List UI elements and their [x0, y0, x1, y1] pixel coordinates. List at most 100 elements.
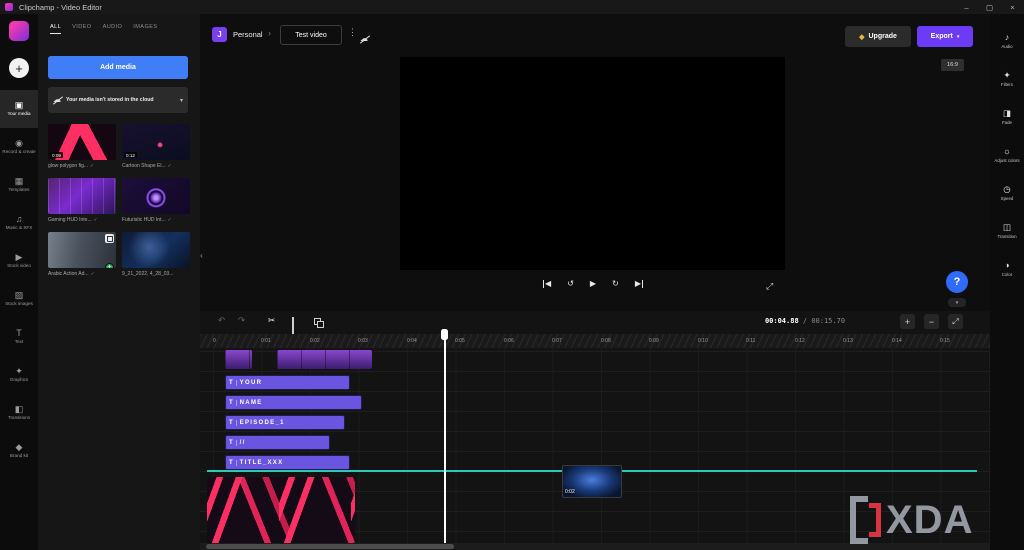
media-item[interactable]: 0:09 glow polygon fig... ✓	[48, 124, 116, 169]
text-clip[interactable]: T YOUR	[225, 375, 350, 390]
play-icon[interactable]: ▶	[590, 280, 596, 288]
video-filmstrip-clip[interactable]	[225, 350, 252, 369]
tab-images[interactable]: IMAGES	[133, 24, 157, 34]
sidebar-item-transitions[interactable]: ◧ Transitions	[0, 394, 38, 432]
transitions-icon: ◧	[15, 405, 24, 414]
media-thumbnail[interactable]	[122, 232, 190, 268]
undo-icon[interactable]: ↶	[218, 315, 225, 326]
collapse-preview-button[interactable]: ▾	[948, 298, 966, 307]
horizontal-scrollbar[interactable]	[200, 543, 990, 550]
media-thumbnail[interactable]	[122, 178, 190, 214]
sidebar-item-record-create[interactable]: ◉ Record & create	[0, 128, 38, 166]
text-clip[interactable]: T //	[225, 435, 330, 450]
split-icon[interactable]: ✂	[268, 315, 275, 326]
panel-item-adjust-colors[interactable]: ☼ Adjust colors	[990, 136, 1024, 174]
media-item[interactable]: 0:12 Cartoon Shape El... ✓	[122, 124, 190, 169]
media-item[interactable]: Gaming HUD Inte... ✓	[48, 178, 116, 223]
zoom-in-button[interactable]: +	[900, 314, 915, 329]
cloud-sync-off-icon: ☁	[360, 28, 368, 46]
video-filmstrip-clip[interactable]	[277, 350, 372, 369]
xda-text: XDA	[886, 500, 973, 540]
text-clip[interactable]: T EPISODE_1	[225, 415, 345, 430]
panel-item-label: Transition	[991, 234, 1023, 239]
timeline-ruler[interactable]: 0 0:01 0:02 0:03 0:04 0:05 0:06 0:07 0:0…	[200, 334, 990, 348]
ruler-tick: 0:04	[407, 338, 417, 344]
clipchamp-logo	[9, 21, 29, 41]
duplicate-icon[interactable]	[314, 318, 322, 326]
fullscreen-icon[interactable]: ⤢	[766, 281, 773, 292]
transition-icon: ◫	[1003, 223, 1011, 232]
cloud-storage-notice[interactable]: ☁ Your media isn't stored in the cloud ▾	[48, 87, 188, 113]
collapse-panel-button[interactable]: ‹	[197, 245, 206, 265]
avatar[interactable]: J	[212, 27, 227, 42]
panel-item-label: Speed	[991, 196, 1023, 201]
video-clip[interactable]: 0:02	[562, 465, 622, 498]
scrollbar-thumb[interactable]	[206, 544, 454, 549]
redo-icon[interactable]: ↷	[238, 315, 245, 326]
panel-item-audio[interactable]: ♪ Audio	[990, 22, 1024, 60]
sidebar-item-graphics[interactable]: ✦ Graphics	[0, 356, 38, 394]
zoom-fit-button[interactable]: ⤢	[948, 314, 963, 329]
media-thumbnail[interactable]: +	[48, 232, 116, 268]
panel-item-transition[interactable]: ◫ Transition	[990, 212, 1024, 250]
forward-icon[interactable]: ↻	[612, 280, 619, 288]
media-item-name: Arabic Action Ad...	[48, 271, 89, 277]
text-clip[interactable]: T TITLE_XXX	[225, 455, 350, 470]
delete-icon[interactable]	[292, 318, 299, 326]
playhead-handle[interactable]	[441, 329, 448, 340]
maximize-button[interactable]: ▢	[978, 0, 1001, 14]
aspect-ratio-badge[interactable]: 16:9	[941, 59, 964, 71]
sidebar-item-label: Templates	[2, 187, 36, 192]
media-thumbnail[interactable]: 0:12	[122, 124, 190, 160]
panel-item-filters[interactable]: ✦ Filters	[990, 60, 1024, 98]
ruler-tick: 0:12	[795, 338, 805, 344]
sidebar-item-stock-video[interactable]: ▶ Stock video	[0, 242, 38, 280]
project-title-input[interactable]: Test video	[280, 25, 342, 45]
zoom-out-button[interactable]: −	[924, 314, 939, 329]
breadcrumb-workspace[interactable]: Personal	[233, 30, 263, 39]
export-button[interactable]: Export ▾	[917, 26, 973, 47]
sidebar-item-label: Transitions	[2, 415, 36, 420]
tab-all[interactable]: ALL	[50, 24, 61, 34]
sidebar-item-stock-images[interactable]: ▨ Stock images	[0, 280, 38, 318]
sidebar-item-text[interactable]: T Text	[0, 318, 38, 356]
media-grid: 0:09 glow polygon fig... ✓ 0:12 Cartoon …	[48, 124, 192, 277]
sidebar-item-music-sfx[interactable]: ♫ Music & SFX	[0, 204, 38, 242]
close-button[interactable]: ×	[1001, 0, 1024, 14]
media-item[interactable]: Futuristic HUD Int... ✓	[122, 178, 190, 223]
media-item[interactable]: + Arabic Action Ad... ✓	[48, 232, 116, 277]
panel-item-color[interactable]: ◑ Color	[990, 250, 1024, 288]
upgrade-button[interactable]: ◆ Upgrade	[845, 26, 911, 47]
rewind-icon[interactable]: ↺	[567, 280, 574, 288]
ruler-tick: 0:01	[261, 338, 271, 344]
panel-item-fade[interactable]: ◨ Fade	[990, 98, 1024, 136]
xda-bracket-red-icon	[869, 503, 881, 537]
chevron-down-icon: ▾	[957, 34, 960, 40]
skip-to-end-icon[interactable]: ▶	[635, 280, 643, 288]
delete-media-icon[interactable]	[105, 234, 114, 243]
add-to-timeline-icon[interactable]: +	[105, 263, 114, 268]
add-media-button[interactable]: Add media	[48, 56, 188, 79]
chevron-down-icon[interactable]: ▾	[180, 97, 183, 104]
tab-video[interactable]: VIDEO	[72, 24, 91, 34]
sidebar-item-templates[interactable]: ▦ Templates	[0, 166, 38, 204]
skip-to-start-icon[interactable]: ◀	[543, 280, 551, 288]
minimize-button[interactable]: –	[955, 0, 978, 14]
more-options-icon[interactable]: ⋮	[348, 27, 357, 38]
xda-watermark: XDA	[850, 496, 973, 544]
add-button[interactable]: +	[9, 58, 29, 78]
stock-video-icon: ▶	[16, 253, 23, 262]
video-clip-glow-polygon[interactable]	[207, 477, 355, 543]
text-clip[interactable]: T NAME	[225, 395, 362, 410]
sidebar-item-brand-kit[interactable]: ◆ Brand kit	[0, 432, 38, 470]
tab-audio[interactable]: AUDIO	[103, 24, 123, 34]
stock-images-icon: ▨	[15, 291, 24, 300]
sidebar-item-your-media[interactable]: ▣ Your media	[0, 90, 38, 128]
panel-item-speed[interactable]: ◷ Speed	[990, 174, 1024, 212]
media-item[interactable]: 9_21_2022, 4_28_03...	[122, 232, 190, 277]
media-thumbnail[interactable]: 0:09	[48, 124, 116, 160]
media-thumbnail[interactable]	[48, 178, 116, 214]
playhead[interactable]	[444, 331, 446, 543]
duration-badge: 0:12	[124, 152, 137, 158]
help-button[interactable]: ?	[946, 271, 968, 293]
